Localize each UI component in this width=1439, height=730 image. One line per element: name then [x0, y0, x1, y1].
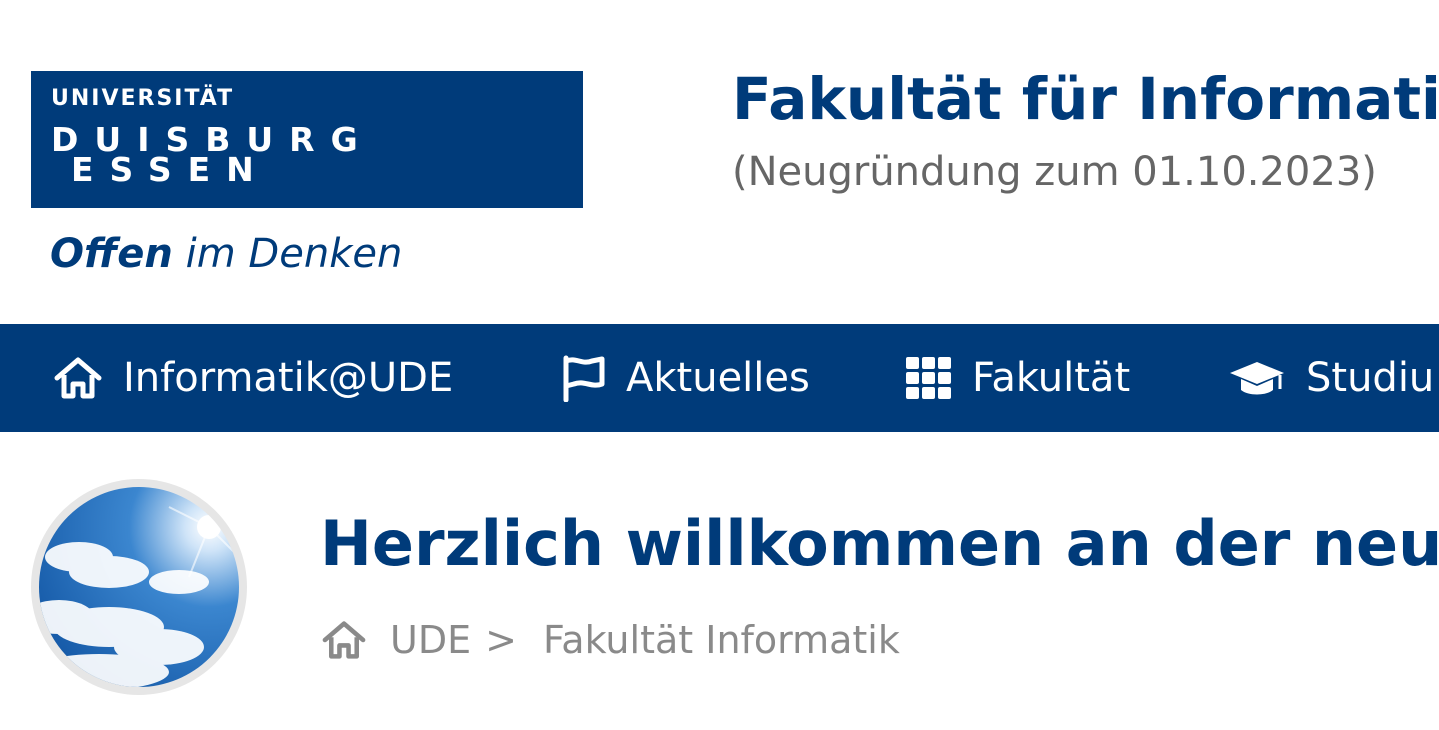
- breadcrumb-current: Fakultät Informatik: [542, 618, 900, 662]
- nav-item-aktuelles[interactable]: Aktuelles: [560, 324, 810, 432]
- nav-item-label: Studiu: [1306, 355, 1435, 401]
- tagline-strong: Offen: [50, 231, 173, 277]
- page-title: Herzlich willkommen an der neue: [320, 507, 1439, 580]
- logo-university-text: UNIVERSITÄT: [51, 86, 235, 111]
- sky-clouds-image: [39, 487, 239, 687]
- breadcrumb-separator: >: [485, 618, 517, 662]
- main-navigation: Informatik@UDE Aktuelles Fakultät Studiu: [0, 324, 1439, 432]
- university-logo[interactable]: UNIVERSITÄT DUISBURG ESSEN: [31, 71, 583, 208]
- faculty-title[interactable]: Fakultät für Informatik: [732, 67, 1439, 132]
- breadcrumb: UDE > Fakultät Informatik: [320, 618, 900, 662]
- logo-essen-text: ESSEN: [71, 150, 270, 189]
- breadcrumb-home-link[interactable]: UDE: [390, 618, 471, 662]
- nav-item-label: Aktuelles: [626, 355, 810, 401]
- logo-tagline: Offen im Denken: [50, 232, 402, 276]
- nav-item-informatik-ude[interactable]: Informatik@UDE: [53, 324, 453, 432]
- tagline-rest: im Denken: [172, 231, 403, 277]
- page-image-sky: [31, 479, 247, 695]
- nav-item-label: Fakultät: [972, 355, 1131, 401]
- nav-item-studium[interactable]: Studiu: [1228, 324, 1434, 432]
- home-icon[interactable]: [320, 620, 368, 660]
- nav-item-fakultaet[interactable]: Fakultät: [906, 324, 1130, 432]
- flag-icon: [563, 355, 605, 402]
- nav-item-label: Informatik@UDE: [123, 355, 454, 401]
- graduation-cap-icon: [1230, 362, 1284, 395]
- home-icon: [54, 357, 102, 399]
- faculty-subtitle: (Neugründung zum 01.10.2023): [732, 149, 1377, 195]
- grid-icon: [906, 357, 951, 399]
